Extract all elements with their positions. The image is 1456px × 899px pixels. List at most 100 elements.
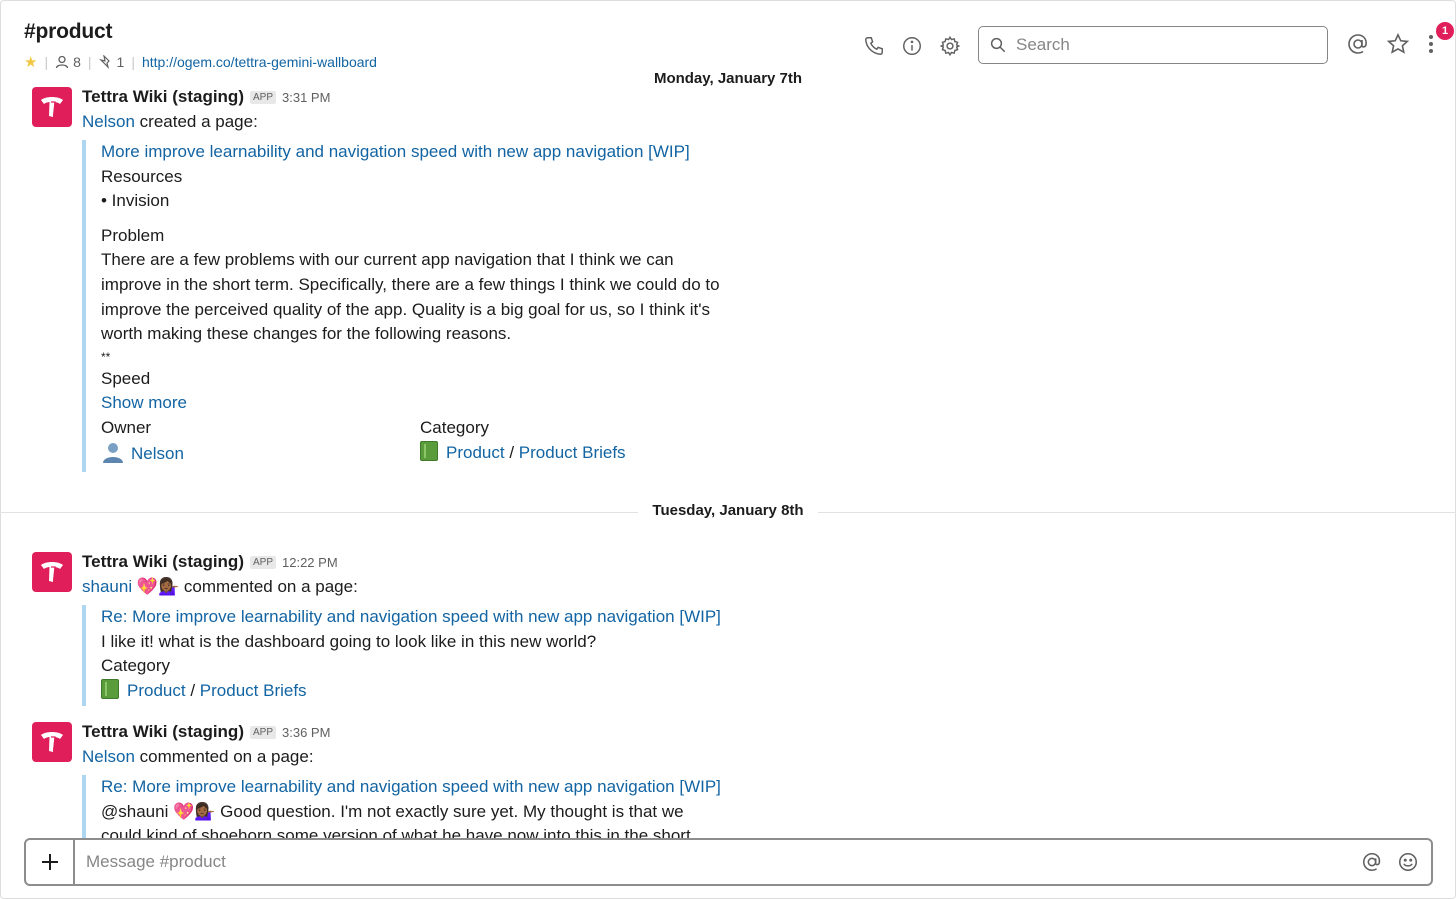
problem-line: worth making these changes for the follo…: [101, 324, 512, 344]
resources-heading: Resources: [101, 166, 183, 186]
book-icon: [420, 440, 438, 461]
search-box[interactable]: [978, 26, 1328, 64]
tettra-logo-icon: [41, 732, 63, 752]
problem-line: improve the perceived quality of the app…: [101, 299, 710, 319]
speed-heading: Speed: [101, 368, 151, 388]
at-sign-icon: [1362, 852, 1381, 872]
channel-title[interactable]: #product: [24, 20, 112, 44]
user-link[interactable]: Nelson: [82, 112, 135, 131]
channel-settings-button[interactable]: [936, 32, 964, 60]
category-link[interactable]: Product Briefs: [519, 443, 626, 462]
emoji-button[interactable]: [1395, 849, 1421, 875]
mention-button[interactable]: [1359, 849, 1385, 875]
info-icon: [903, 37, 921, 55]
app-tag: APP: [249, 726, 276, 739]
owner-link[interactable]: Nelson: [131, 444, 184, 463]
kebab-dot: [1429, 35, 1433, 39]
message-text: shauni 💖💁🏾‍♀️ commented on a page:: [82, 577, 358, 597]
message-header: Tettra Wiki (staging) APP 3:36 PM: [82, 722, 330, 742]
status-emoji: 💖💁🏾‍♀️: [136, 577, 180, 596]
phone-icon: [865, 37, 883, 55]
category-field: Category Product / Product Briefs: [420, 416, 739, 466]
avatar[interactable]: [32, 87, 72, 127]
day-divider-label: Tuesday, January 8th: [0, 502, 1456, 519]
channel-meta: ★ | 8 | 1 | http://ogem.co/tettra-gemini…: [24, 53, 377, 71]
member-count[interactable]: 8: [55, 54, 81, 70]
message-header: Tettra Wiki (staging) APP 3:31 PM: [82, 87, 330, 107]
action-text: created a page:: [139, 112, 258, 131]
channel-topic-link[interactable]: http://ogem.co/tettra-gemini-wallboard: [142, 54, 377, 70]
timestamp[interactable]: 3:31 PM: [282, 90, 330, 105]
avatar[interactable]: [32, 552, 72, 592]
app-tag: APP: [249, 556, 276, 569]
timestamp[interactable]: 12:22 PM: [282, 555, 338, 570]
timestamp[interactable]: 3:36 PM: [282, 725, 330, 740]
pin-icon: [98, 55, 110, 69]
meta-separator: |: [44, 54, 49, 70]
call-button[interactable]: [860, 32, 888, 60]
page-title-link[interactable]: More improve learnability and navigation…: [101, 140, 739, 165]
person-icon: [55, 55, 69, 69]
status-emoji: 💖💁🏾‍♀️: [173, 801, 216, 821]
channel-details-button[interactable]: [898, 32, 926, 60]
comment-body: I like it! what is the dashboard going t…: [101, 631, 597, 651]
starred-items-button[interactable]: [1384, 30, 1412, 58]
user-avatar-icon: [103, 442, 123, 463]
header-toolbar: [860, 26, 974, 66]
category-separator: /: [190, 680, 196, 700]
comment-text: Good question. I'm not exactly sure yet.…: [220, 801, 684, 821]
notification-badge: 1: [1436, 22, 1454, 40]
day-label-text: Monday, January 7th: [639, 70, 817, 87]
sender-name[interactable]: Tettra Wiki (staging): [82, 87, 244, 107]
owner-field: Owner Nelson: [101, 416, 420, 466]
page-title-link[interactable]: Re: More improve learnability and naviga…: [101, 605, 721, 630]
attach-button[interactable]: [26, 840, 75, 884]
message-input[interactable]: [84, 851, 1359, 873]
smiley-icon: [1398, 852, 1418, 872]
plus-icon: [41, 854, 58, 870]
kebab-dot: [1429, 42, 1433, 46]
sender-name[interactable]: Tettra Wiki (staging): [82, 552, 244, 572]
category-separator: /: [509, 442, 515, 462]
action-text: commented on a page:: [183, 577, 358, 596]
user-link[interactable]: Nelson: [82, 747, 135, 766]
show-more-link[interactable]: Show more: [101, 393, 187, 412]
day-label-text: Tuesday, January 8th: [638, 502, 818, 519]
comment-body-cut: could kind of shoehorn some version of w…: [101, 826, 691, 838]
category-link[interactable]: Product Briefs: [200, 681, 307, 700]
problem-line: improve in the short term. Specifically,…: [101, 274, 720, 294]
problem-heading: Problem: [101, 225, 165, 245]
attachment: Re: More improve learnability and naviga…: [82, 605, 721, 706]
at-sign-icon: [1348, 34, 1367, 54]
starred-icon[interactable]: ★: [24, 53, 37, 71]
pinned-count-value: 1: [116, 54, 125, 70]
mention[interactable]: @shauni: [101, 802, 168, 821]
search-icon: [990, 37, 1006, 53]
meta-separator: |: [87, 54, 92, 70]
search-input[interactable]: [1014, 34, 1318, 56]
avatar[interactable]: [32, 722, 72, 762]
category-label: Category: [101, 656, 170, 676]
app-tag: APP: [249, 91, 276, 104]
pinned-count[interactable]: 1: [98, 54, 125, 70]
asterisks: **: [101, 349, 111, 364]
user-link[interactable]: shauni: [82, 577, 132, 596]
book-icon: [101, 678, 119, 699]
sender-name[interactable]: Tettra Wiki (staging): [82, 722, 244, 742]
comment-body: @shauni 💖💁🏾‍♀️ Good question. I'm not ex…: [101, 800, 721, 825]
page-title-link[interactable]: Re: More improve learnability and naviga…: [101, 775, 721, 800]
action-text: commented on a page:: [139, 747, 314, 766]
mentions-button[interactable]: [1344, 30, 1372, 58]
message-header: Tettra Wiki (staging) APP 12:22 PM: [82, 552, 338, 572]
attachment-fields: Owner Nelson Category Product / Product …: [101, 416, 739, 466]
header-right-tools: [1344, 30, 1438, 58]
message-text: Nelson created a page:: [82, 112, 258, 132]
message-text: Nelson commented on a page:: [82, 747, 314, 767]
category-link[interactable]: Product: [127, 681, 186, 700]
gear-icon: [939, 35, 961, 57]
attachment: More improve learnability and navigation…: [82, 140, 739, 472]
member-count-value: 8: [73, 54, 81, 70]
attachment: Re: More improve learnability and naviga…: [82, 775, 721, 838]
message-pane: #product ★ | 8 | 1 | http://ogem.co/tett…: [0, 0, 1456, 838]
category-link[interactable]: Product: [446, 443, 505, 462]
